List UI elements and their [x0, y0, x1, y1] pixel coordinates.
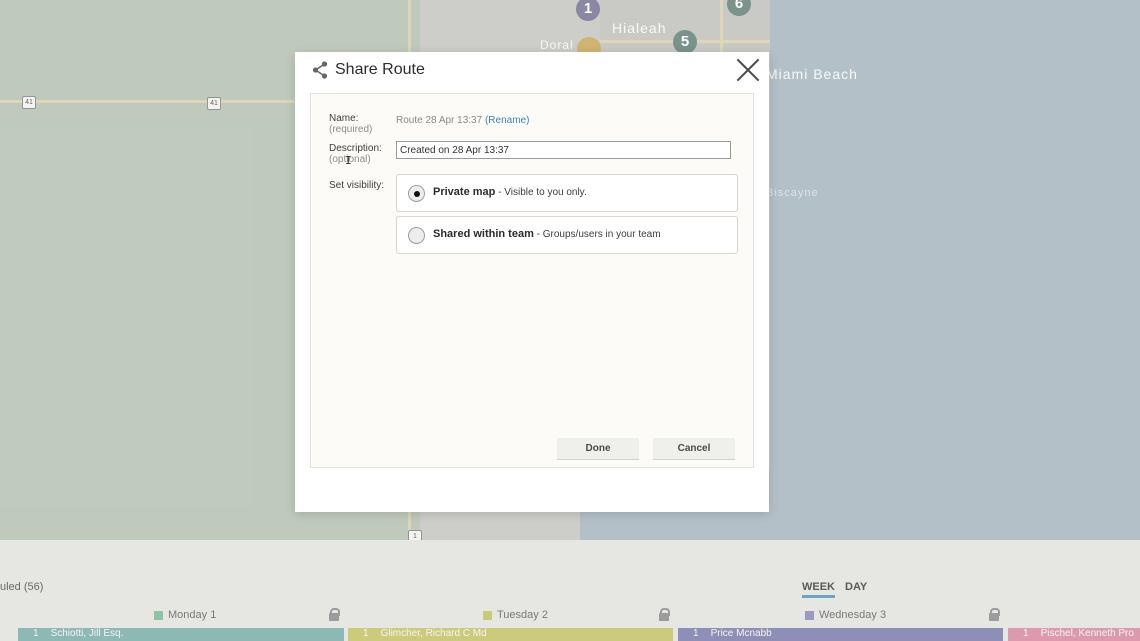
- day-label: Monday 1: [168, 609, 217, 621]
- entry-number: 1: [363, 628, 369, 639]
- private-option-text: Private map - Visible to you only.: [433, 186, 587, 198]
- close-icon[interactable]: [736, 58, 760, 82]
- schedule-panel: uled (56) WEEK DAY Monday 1 Tuesday 2 We…: [0, 540, 1140, 641]
- name-label-group: Name: (required): [329, 113, 372, 135]
- route-name-value: Route 28 Apr 13:37: [396, 115, 483, 126]
- text-cursor-icon: I: [345, 154, 352, 167]
- entry-name: Schiotti, Jill Esq.: [50, 628, 124, 639]
- schedule-entry-thursday[interactable]: 1 Pischel, Kenneth Pro: [1008, 628, 1140, 641]
- rename-link[interactable]: (Rename): [485, 115, 529, 126]
- entry-name: Pischel, Kenneth Pro: [1040, 628, 1134, 639]
- unscheduled-count: uled (56): [0, 581, 44, 593]
- schedule-entry-tuesday[interactable]: 1 Glimcher, Richard C Md: [348, 628, 673, 641]
- entry-name: Price Mcnabb: [710, 628, 772, 639]
- route-name: Route 28 Apr 13:37 (Rename): [396, 115, 529, 126]
- entry-number: 1: [693, 628, 699, 639]
- lock-icon[interactable]: [989, 608, 1000, 621]
- private-option-title: Private map: [433, 186, 496, 198]
- view-week-tab[interactable]: WEEK: [802, 581, 835, 598]
- visibility-option-team[interactable]: Shared within team - Groups/users in you…: [396, 216, 738, 254]
- day-header-monday[interactable]: Monday 1: [154, 609, 216, 621]
- day-color-swatch: [483, 610, 492, 620]
- lock-icon[interactable]: [329, 608, 340, 621]
- lock-icon[interactable]: [659, 608, 670, 621]
- description-label-group: Description: (optional): [329, 143, 382, 165]
- visibility-label: Set visibility:: [329, 180, 385, 191]
- cancel-button[interactable]: Cancel: [653, 438, 735, 460]
- team-option-desc: - Groups/users in your team: [536, 229, 661, 240]
- team-radio[interactable]: [408, 227, 425, 244]
- day-color-swatch: [805, 610, 814, 620]
- private-radio[interactable]: [408, 185, 425, 202]
- description-input[interactable]: [396, 141, 731, 159]
- team-option-text: Shared within team - Groups/users in you…: [433, 228, 661, 240]
- day-header-tuesday[interactable]: Tuesday 2: [483, 609, 548, 621]
- dialog-header: Share Route: [295, 52, 769, 92]
- team-option-title: Shared within team: [433, 228, 534, 240]
- schedule-entry-monday[interactable]: 1 Schiotti, Jill Esq.: [18, 628, 344, 641]
- done-button[interactable]: Done: [557, 438, 639, 460]
- view-day-tab[interactable]: DAY: [845, 581, 867, 593]
- dialog-title: Share Route: [335, 61, 425, 78]
- share-route-dialog: Share Route Name: (required) Route 28 Ap…: [295, 52, 769, 512]
- private-option-desc: - Visible to you only.: [498, 187, 587, 198]
- description-optional-hint: (optional): [329, 154, 371, 165]
- entry-name: Glimcher, Richard C Md: [380, 628, 487, 639]
- day-color-swatch: [154, 610, 163, 620]
- day-header-wednesday[interactable]: Wednesday 3: [805, 609, 886, 621]
- entry-number: 1: [1023, 628, 1029, 639]
- name-required-hint: (required): [329, 124, 373, 135]
- share-icon: [312, 61, 328, 79]
- name-label: Name:: [329, 113, 359, 124]
- entry-number: 1: [33, 628, 39, 639]
- schedule-entry-wednesday[interactable]: 1 Price Mcnabb: [678, 628, 1003, 641]
- day-label: Wednesday 3: [819, 609, 887, 621]
- dialog-body: Name: (required) Route 28 Apr 13:37 (Ren…: [310, 93, 754, 468]
- day-label: Tuesday 2: [497, 609, 548, 621]
- description-label: Description:: [329, 143, 382, 154]
- visibility-option-private[interactable]: Private map - Visible to you only.: [396, 174, 738, 212]
